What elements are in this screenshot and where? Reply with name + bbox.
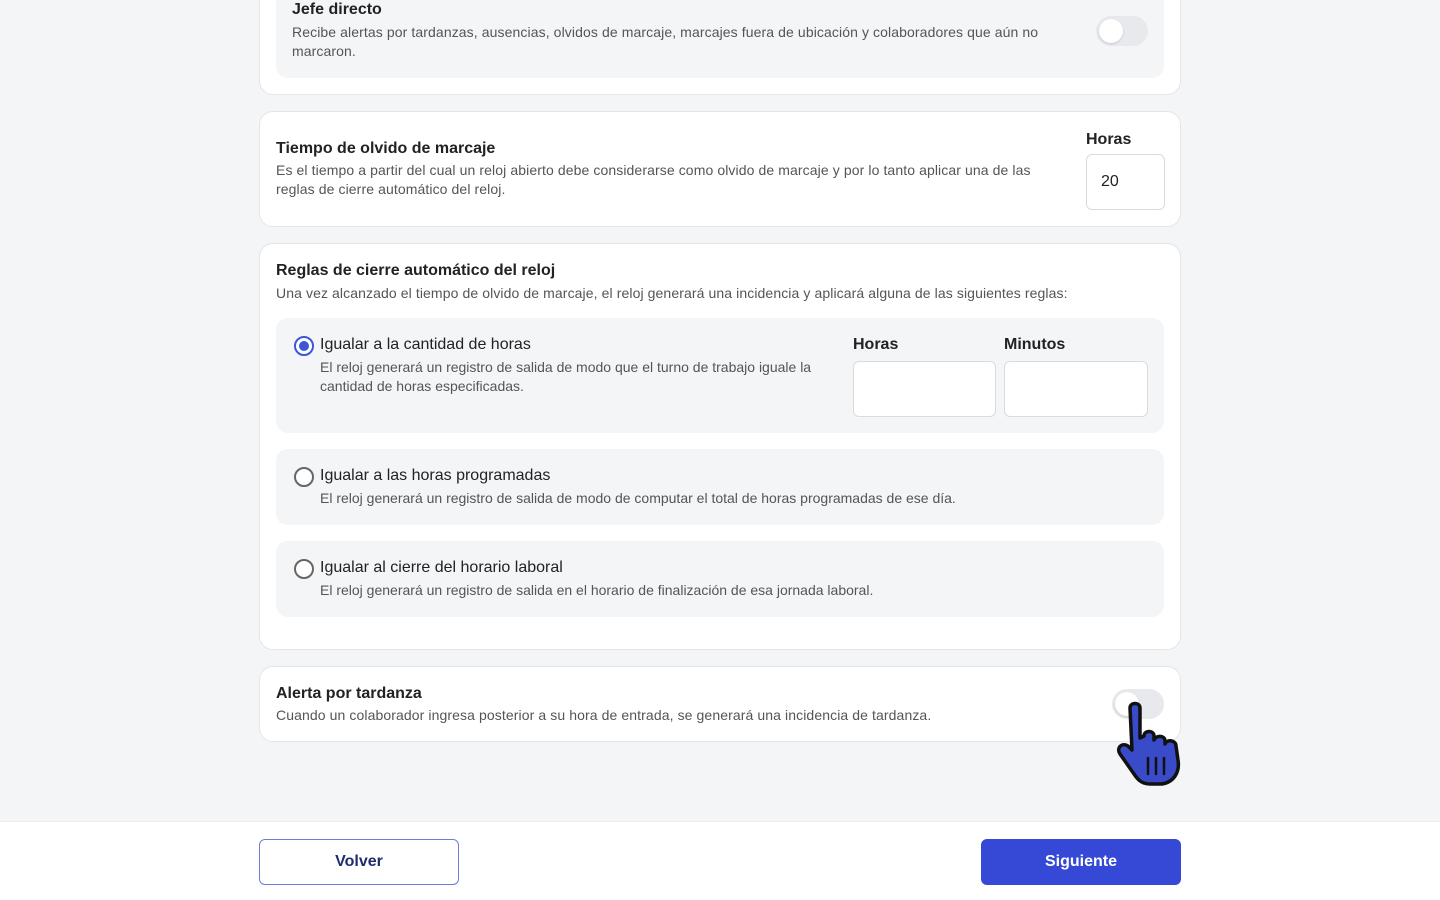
tiempo-olvido-description: Es el tiempo a partir del cual un reloj …: [276, 162, 1031, 197]
jefe-directo-title: Jefe directo: [292, 1, 382, 18]
rule-option-description: El reloj generará un registro de salida …: [320, 582, 874, 598]
tiempo-olvido-card: Tiempo de olvido de marcaje Es el tiempo…: [259, 111, 1181, 227]
rule-hours-label: Horas: [853, 336, 899, 353]
toggle-knob: [1115, 692, 1139, 716]
next-button[interactable]: Siguiente: [981, 839, 1181, 885]
alerta-tardanza-toggle[interactable]: [1112, 689, 1164, 719]
tiempo-olvido-hours-input[interactable]: [1086, 154, 1165, 210]
rule-option-title: Igualar a las horas programadas: [320, 467, 551, 484]
tiempo-olvido-hours-label: Horas: [1086, 131, 1132, 148]
rule-option-title: Igualar a la cantidad de horas: [320, 336, 531, 353]
rule-option-description: El reloj generará un registro de salida …: [320, 490, 956, 506]
toggle-knob: [1099, 19, 1123, 43]
reglas-cierre-title: Reglas de cierre automático del reloj: [276, 262, 556, 279]
back-button[interactable]: Volver: [259, 839, 459, 885]
alerta-tardanza-description: Cuando un colaborador ingresa posterior …: [276, 707, 932, 723]
rule-hours-input[interactable]: [853, 361, 996, 417]
alerta-tardanza-card: Alerta por tardanza Cuando un colaborado…: [259, 666, 1181, 742]
rule-minutes-label: Minutos: [1004, 336, 1066, 353]
rule-option-title: Igualar al cierre del horario laboral: [320, 559, 563, 576]
rule-option-cantidad-horas[interactable]: Igualar a la cantidad de horas El reloj …: [276, 318, 1164, 433]
jefe-directo-panel: Jefe directo Recibe alertas por tardanza…: [276, 0, 1164, 78]
rule-option-cierre-horario[interactable]: Igualar al cierre del horario laboral El…: [276, 541, 1164, 617]
rule-radio-cantidad-horas[interactable]: [294, 336, 314, 356]
rule-radio-horas-programadas[interactable]: [294, 467, 314, 487]
alerta-tardanza-title: Alerta por tardanza: [276, 685, 422, 702]
rule-radio-cierre-horario[interactable]: [294, 559, 314, 579]
reglas-cierre-card: Reglas de cierre automático del reloj Un…: [259, 243, 1181, 650]
rule-option-description: El reloj generará un registro de salida …: [320, 359, 812, 394]
rule-minutes-input[interactable]: [1004, 361, 1148, 417]
jefe-directo-card: Jefe directo Recibe alertas por tardanza…: [259, 0, 1181, 95]
jefe-directo-toggle[interactable]: [1096, 16, 1148, 46]
rule-option-horas-programadas[interactable]: Igualar a las horas programadas El reloj…: [276, 449, 1164, 525]
footer-bar: Volver Siguiente: [0, 821, 1440, 900]
jefe-directo-description: Recibe alertas por tardanzas, ausencias,…: [292, 24, 1039, 59]
tiempo-olvido-title: Tiempo de olvido de marcaje: [276, 140, 496, 157]
reglas-cierre-description: Una vez alcanzado el tiempo de olvido de…: [276, 285, 1068, 301]
